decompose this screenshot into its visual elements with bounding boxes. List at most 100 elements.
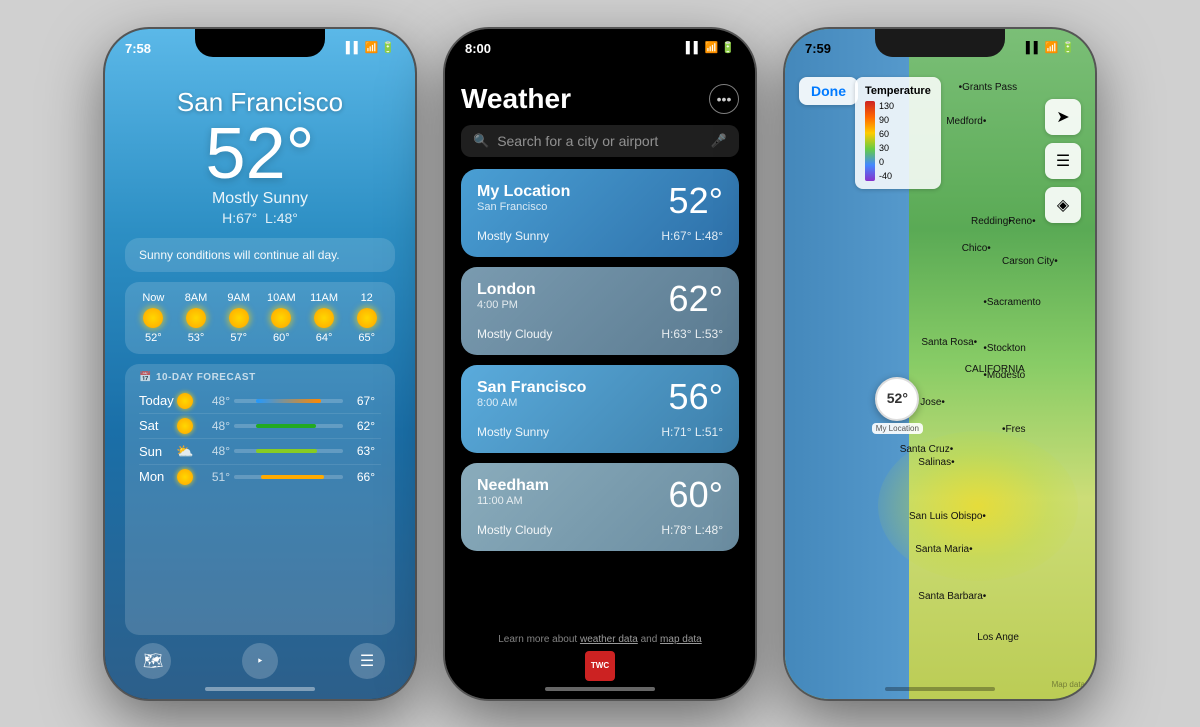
label-salinas: Salinas•	[918, 457, 954, 468]
card-content-my-location: My Location San Francisco 52° Mostly Sun…	[477, 183, 723, 243]
phone1-status-icons: ▌▌ 📶 🔋	[346, 41, 395, 54]
label-santa-rosa: Santa Rosa•	[921, 337, 977, 348]
label-stockton: •Stockton	[983, 343, 1025, 354]
forecast-sun-sat	[177, 418, 193, 434]
home-indicator-2	[545, 687, 655, 691]
label-reno: Reno•	[1008, 216, 1035, 227]
sun-icon-now	[143, 308, 163, 328]
phone1: 7:58 ▌▌ 📶 🔋 San Francisco 52° Mostly Sun…	[105, 29, 415, 699]
phone2-screen: 8:00 ▌▌ 📶 🔋 Weather ••• 🔍 Search for a c…	[445, 29, 755, 699]
phone1-screen: 7:58 ▌▌ 📶 🔋 San Francisco 52° Mostly Sun…	[105, 29, 415, 699]
forecast-mon: Mon 51° 66°	[139, 465, 381, 489]
card-hl-my-location: H:67° L:48°	[661, 229, 723, 243]
card-name-london: London	[477, 281, 536, 299]
label-fresno: •Fres	[1002, 424, 1026, 435]
phone2-footer: Learn more about weather data and map da…	[461, 634, 739, 689]
ellipsis-button[interactable]: •••	[709, 84, 739, 114]
phone1-content: San Francisco 52° Mostly Sunny H:67° L:4…	[105, 73, 415, 699]
phone2-header: Weather •••	[461, 83, 739, 115]
label-chico: Chico•	[962, 243, 991, 254]
phone1-temperature: 52°	[125, 118, 395, 190]
done-button[interactable]: Done	[799, 77, 858, 105]
card-hl-london: H:63° L:53°	[661, 327, 723, 341]
card-cond-london: Mostly Cloudy	[477, 327, 552, 341]
forecast-today: Today 48° 67°	[139, 389, 381, 414]
card-hl-san-francisco: H:71° L:51°	[661, 425, 723, 439]
notch	[195, 29, 325, 57]
mic-icon: 🎤	[711, 133, 727, 149]
legend-title: Temperature	[865, 85, 931, 97]
card-cond-san-francisco: Mostly Sunny	[477, 425, 549, 439]
phone3-screen: •Grants Pass Medford• Redding• Reno• Car…	[785, 29, 1095, 699]
phone1-time: 7:58	[125, 41, 151, 56]
location-bubble: 52°	[875, 377, 919, 421]
label-redding: Redding•	[971, 216, 1012, 227]
forecast-sun-mon	[177, 469, 193, 485]
card-time-needham: 11:00 AM	[477, 495, 549, 507]
phone1-hourly: Now 52° 8AM 53° 9AM 57° 10AM 60°	[125, 282, 395, 354]
card-cond-needham: Mostly Cloudy	[477, 523, 552, 537]
map-button[interactable]: 🗺	[135, 643, 171, 679]
city-card-needham[interactable]: Needham 11:00 AM 60° Mostly Cloudy H:78°…	[461, 463, 739, 551]
forecast-sun-today	[177, 393, 193, 409]
label-grants-pass: •Grants Pass	[959, 82, 1018, 93]
card-content-san-francisco: San Francisco 8:00 AM 56° Mostly Sunny H…	[477, 379, 723, 439]
phone2-content: Weather ••• 🔍 Search for a city or airpo…	[445, 73, 755, 699]
city-card-my-location[interactable]: My Location San Francisco 52° Mostly Sun…	[461, 169, 739, 257]
layers-button[interactable]: ◈	[1045, 187, 1081, 223]
phone1-summary: Sunny conditions will continue all day.	[125, 238, 395, 272]
card-content-needham: Needham 11:00 AM 60° Mostly Cloudy H:78°…	[477, 477, 723, 537]
weather-channel-logo: TWC	[585, 651, 615, 681]
map-credit: Map data	[1052, 680, 1085, 689]
label-los-angeles: Los Ange	[977, 632, 1019, 643]
phone3: •Grants Pass Medford• Redding• Reno• Car…	[785, 29, 1095, 699]
location-button[interactable]: ‣	[242, 643, 278, 679]
city-card-san-francisco[interactable]: San Francisco 8:00 AM 56° Mostly Sunny H…	[461, 365, 739, 453]
weather-data-link[interactable]: weather data	[580, 634, 638, 645]
card-time-london: 4:00 PM	[477, 299, 536, 311]
search-bar[interactable]: 🔍 Search for a city or airport 🎤	[461, 125, 739, 157]
home-indicator-3	[885, 687, 995, 691]
card-name-san-francisco: San Francisco	[477, 379, 586, 397]
temperature-legend: Temperature 130 90 60 30 0 -40	[855, 77, 941, 189]
list-button[interactable]: ☰	[349, 643, 385, 679]
phone2-title: Weather	[461, 83, 571, 115]
forecast-cloud-sun: ⛅	[176, 443, 193, 460]
label-california: CALIFORNIA	[965, 364, 1025, 375]
city-card-london[interactable]: London 4:00 PM 62° Mostly Cloudy H:63° L…	[461, 267, 739, 355]
phone2-status-icons: ▌▌ 📶 🔋	[686, 41, 735, 54]
phone2: 8:00 ▌▌ 📶 🔋 Weather ••• 🔍 Search for a c…	[445, 29, 755, 699]
card-temp-my-location: 52°	[669, 183, 723, 219]
list-view-button[interactable]: ☰	[1045, 143, 1081, 179]
forecast-header: 📅 10-DAY FORECAST	[139, 372, 381, 383]
notch2	[535, 29, 665, 57]
forecast-sat: Sat 48° 62°	[139, 414, 381, 439]
label-santa-cruz: Santa Cruz•	[900, 444, 954, 455]
card-cond-my-location: Mostly Sunny	[477, 229, 549, 243]
phone3-toolbar: ➤ ☰ ◈	[1045, 99, 1081, 223]
sun-icon-10am	[271, 308, 291, 328]
sun-icon-8am	[186, 308, 206, 328]
sun-icon-12pm	[357, 308, 377, 328]
legend-labels: 130 90 60 30 0 -40	[879, 101, 894, 181]
hour-10am: 10AM 60°	[261, 292, 302, 344]
card-name-needham: Needham	[477, 477, 549, 495]
card-sub-my-location: San Francisco	[477, 201, 570, 213]
label-medford: Medford•	[946, 116, 986, 127]
phone3-status-icons: ▌▌ 📶 🔋	[1026, 41, 1075, 54]
location-marker: 52° My Location	[872, 377, 923, 434]
label-san-luis-obispo: San Luis Obispo•	[909, 511, 986, 522]
phone1-forecast: 📅 10-DAY FORECAST Today 48° 67° Sat	[125, 364, 395, 635]
phone1-city: San Francisco	[125, 87, 395, 118]
map-data-link[interactable]: map data	[660, 634, 702, 645]
phone2-time: 8:00	[465, 41, 491, 56]
legend-color-bar	[865, 101, 875, 181]
phone1-high-low: H:67° L:48°	[125, 210, 395, 226]
location-arrow-button[interactable]: ➤	[1045, 99, 1081, 135]
label-carson-city: Carson City•	[1002, 256, 1058, 267]
card-temp-san-francisco: 56°	[669, 379, 723, 415]
search-icon: 🔍	[473, 133, 489, 149]
hour-9am: 9AM 57°	[218, 292, 259, 344]
search-placeholder: Search for a city or airport	[497, 133, 703, 149]
card-time-san-francisco: 8:00 AM	[477, 397, 586, 409]
